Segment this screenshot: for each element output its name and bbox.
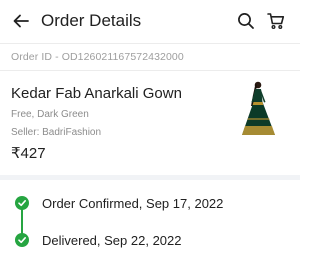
search-button[interactable] <box>233 8 259 34</box>
product-name: Kedar Fab Anarkali Gown <box>11 85 182 102</box>
tracking-step-label: Order Confirmed, Sep 17, 2022 <box>42 196 224 211</box>
product-seller: Seller: BadriFashion <box>11 127 102 138</box>
app-header: Order Details <box>0 0 300 42</box>
tracking-connector <box>21 208 23 234</box>
cart-icon <box>267 13 285 29</box>
back-arrow-icon <box>13 14 29 28</box>
order-id: Order ID - OD126021167572432000 <box>11 51 184 63</box>
cart-button[interactable] <box>263 8 289 34</box>
search-icon <box>238 13 254 29</box>
back-button[interactable] <box>8 8 34 34</box>
page-title: Order Details <box>41 11 142 30</box>
product-price: ₹427 <box>11 145 46 162</box>
tracking-step-label: Delivered, Sep 22, 2022 <box>42 233 182 248</box>
section-divider <box>0 175 300 180</box>
order-id-bar: Order ID - OD126021167572432000 <box>0 43 300 71</box>
step-check-icon <box>15 196 29 210</box>
product-variant: Free, Dark Green <box>11 109 89 120</box>
product-card[interactable]: Kedar Fab Anarkali Gown Free, Dark Green… <box>0 72 300 170</box>
product-image[interactable] <box>232 80 282 140</box>
step-check-icon <box>15 233 29 247</box>
